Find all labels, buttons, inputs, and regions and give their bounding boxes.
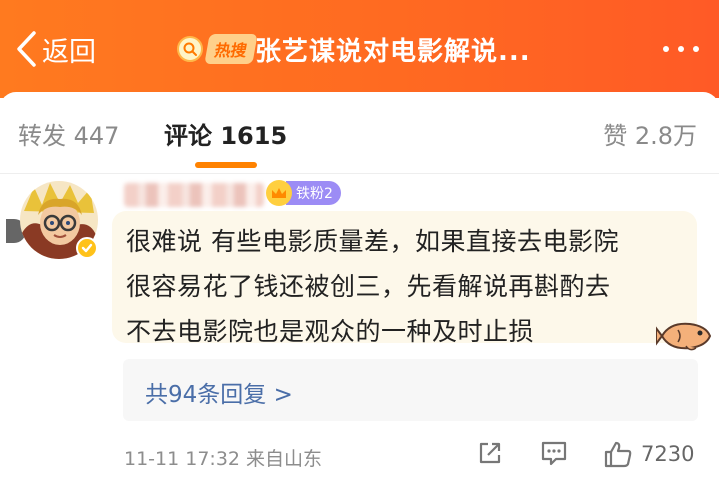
crown-icon bbox=[266, 180, 292, 206]
like-button[interactable]: 7230 bbox=[603, 440, 694, 468]
comment-text-line-3: 不去电影院也是观众的一种及时止损 bbox=[126, 317, 535, 346]
divider bbox=[0, 173, 719, 174]
top-bar: 返回 热搜 张艺谋说对电影解说... bbox=[0, 0, 719, 98]
fan-badge-label: 铁粉2 bbox=[286, 181, 341, 205]
replies-box[interactable]: 共94条回复 > bbox=[123, 359, 698, 421]
view-replies-link[interactable]: 共94条回复 > bbox=[145, 375, 293, 409]
more-icon[interactable] bbox=[663, 46, 699, 52]
hot-search-icon bbox=[177, 36, 203, 62]
fish-sticker-icon bbox=[656, 322, 712, 351]
content-panel: 转发 447 评论 1615 赞 2.8万 铁粉2 很难说 有些电影质量差，如果… bbox=[0, 92, 719, 491]
tab-like[interactable]: 赞 2.8万 bbox=[603, 116, 697, 151]
username-blurred[interactable] bbox=[124, 183, 264, 207]
back-button[interactable]: 返回 bbox=[14, 24, 96, 74]
comment-text-line-1: 很难说 有些电影质量差，如果直接去电影院 bbox=[126, 227, 619, 256]
thumbs-up-icon bbox=[604, 441, 632, 468]
hot-search-chip[interactable]: 热搜 bbox=[173, 32, 265, 66]
verified-icon bbox=[76, 237, 98, 259]
like-count: 7230 bbox=[641, 442, 695, 466]
page-title: 张艺谋说对电影解说... bbox=[255, 37, 531, 67]
share-button[interactable] bbox=[477, 440, 503, 470]
tab-repost[interactable]: 转发 447 bbox=[18, 116, 119, 151]
tab-comment[interactable]: 评论 1615 bbox=[164, 116, 287, 151]
fan-badge: 铁粉2 bbox=[266, 180, 341, 206]
tab-bar: 转发 447 评论 1615 赞 2.8万 bbox=[0, 92, 719, 174]
back-label: 返回 bbox=[42, 36, 96, 68]
back-chevron-icon bbox=[17, 31, 36, 67]
comment-text-line-2: 很容易花了钱还被创三，先看解说再斟酌去 bbox=[126, 272, 611, 301]
comment-button[interactable] bbox=[540, 440, 568, 470]
comment-icon bbox=[541, 441, 567, 466]
comment-meta: 11-11 17:32 来自山东 bbox=[124, 448, 323, 470]
hot-search-label: 热搜 bbox=[204, 34, 258, 64]
share-icon bbox=[479, 442, 501, 464]
active-tab-indicator bbox=[195, 162, 257, 168]
